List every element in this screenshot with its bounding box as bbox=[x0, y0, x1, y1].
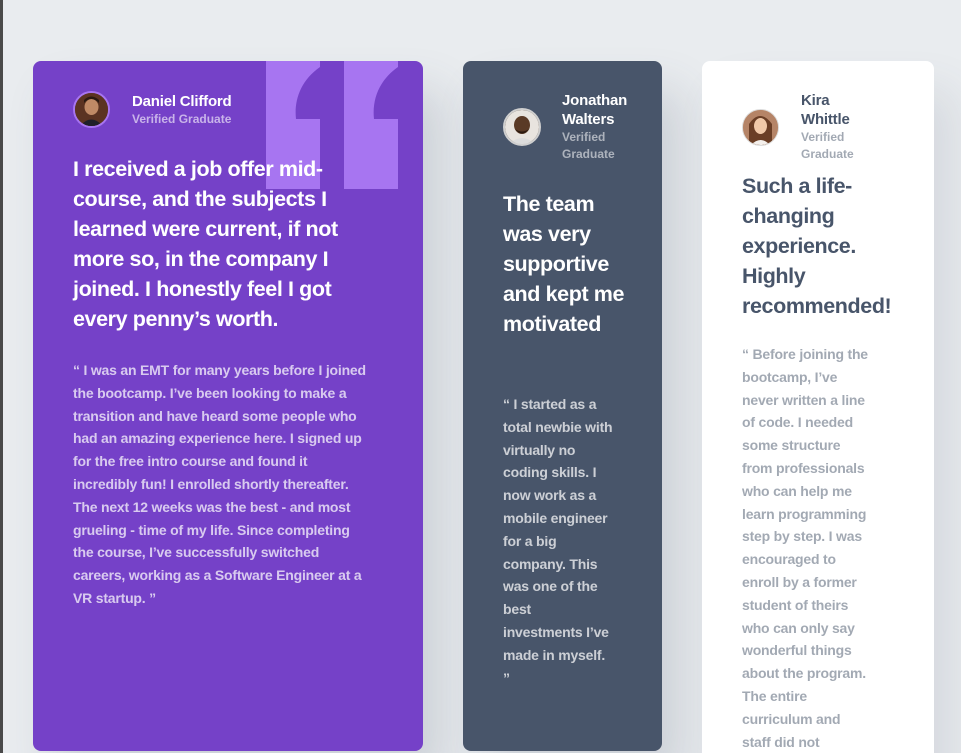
author-role: Verified Graduate bbox=[801, 130, 854, 161]
avatar bbox=[742, 108, 779, 146]
author-info: Daniel Clifford Verified Graduate bbox=[73, 91, 232, 128]
avatar-kira-icon bbox=[743, 109, 778, 145]
avatar bbox=[503, 108, 541, 146]
author-name: Jonathan Walters bbox=[562, 92, 628, 128]
avatar bbox=[73, 91, 110, 128]
testimonial-card-daniel: Daniel Clifford Verified Graduate I rece… bbox=[33, 61, 423, 751]
testimonial-card-jonathan: Jonathan Walters Verified Graduate The t… bbox=[463, 61, 662, 751]
author-info: Jonathan Walters Verified Graduate bbox=[503, 91, 642, 163]
avatar-daniel-icon bbox=[75, 93, 108, 126]
author-role: Verified Graduate bbox=[132, 111, 232, 126]
avatar-jonathan-icon bbox=[505, 110, 539, 144]
testimonial-headline: The team was very supportive and kept me… bbox=[503, 192, 625, 336]
testimonial-body: “ I was an EMT for many years before I j… bbox=[73, 362, 366, 606]
author-name: Daniel Clifford bbox=[132, 92, 232, 110]
testimonial-headline: Such a life-changing experience. Highly … bbox=[742, 174, 892, 318]
testimonial-headline: I received a job offer mid-course, and t… bbox=[73, 157, 338, 331]
author-role: Verified Graduate bbox=[562, 130, 615, 161]
testimonial-card-kira: Kira Whittle Verified Graduate Such a li… bbox=[702, 61, 934, 753]
author-name: Kira Whittle bbox=[801, 92, 850, 128]
testimonial-body: “ I started as a total newbie with virtu… bbox=[503, 396, 613, 686]
testimonial-body: “ Before joining the bootcamp, I’ve neve… bbox=[742, 346, 868, 750]
author-info: Kira Whittle Verified Graduate bbox=[742, 91, 881, 163]
